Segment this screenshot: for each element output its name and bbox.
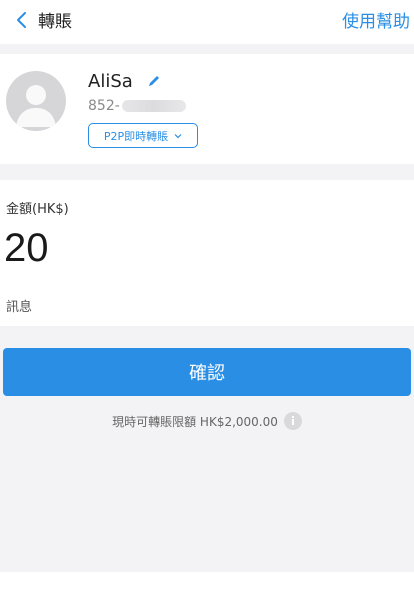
recipient-phone: 852- — [88, 98, 186, 114]
avatar — [6, 71, 66, 131]
user-silhouette-icon — [16, 85, 56, 127]
chevron-left-icon — [17, 12, 26, 28]
transfer-type-selector[interactable]: P2P即時轉賬 — [88, 123, 198, 148]
help-link[interactable]: 使用幫助 — [342, 7, 410, 32]
amount-input[interactable]: 20 — [4, 226, 49, 271]
back-button[interactable] — [6, 6, 36, 34]
edit-name-button[interactable] — [146, 73, 162, 89]
info-glyph-icon — [291, 416, 294, 425]
bottom-bar — [0, 572, 414, 604]
transfer-type-label: P2P即時轉賬 — [103, 129, 169, 143]
chevron-down-icon — [174, 133, 182, 138]
amount-section: 金額(HK$) 20 訊息 — [0, 180, 414, 326]
transfer-limit-text: 現時可轉賬限額 HK$2,000.00 — [112, 414, 278, 429]
page-title: 轉賬 — [38, 12, 72, 32]
phone-prefix: 852- — [88, 98, 120, 114]
limit-row: 現時可轉賬限額 HK$2,000.00 — [0, 412, 414, 430]
recipient-card: AliSa 852- P2P即時轉賬 — [0, 54, 414, 164]
pencil-icon — [149, 76, 159, 86]
top-bar: 轉賬 使用幫助 — [0, 0, 414, 44]
message-field[interactable]: 訊息 — [6, 296, 32, 315]
amount-label: 金額(HK$) — [6, 202, 69, 217]
confirm-button[interactable]: 確認 — [3, 348, 411, 396]
masked-phone-number — [121, 100, 186, 112]
info-icon[interactable] — [283, 412, 302, 430]
recipient-name: AliSa — [88, 71, 133, 92]
